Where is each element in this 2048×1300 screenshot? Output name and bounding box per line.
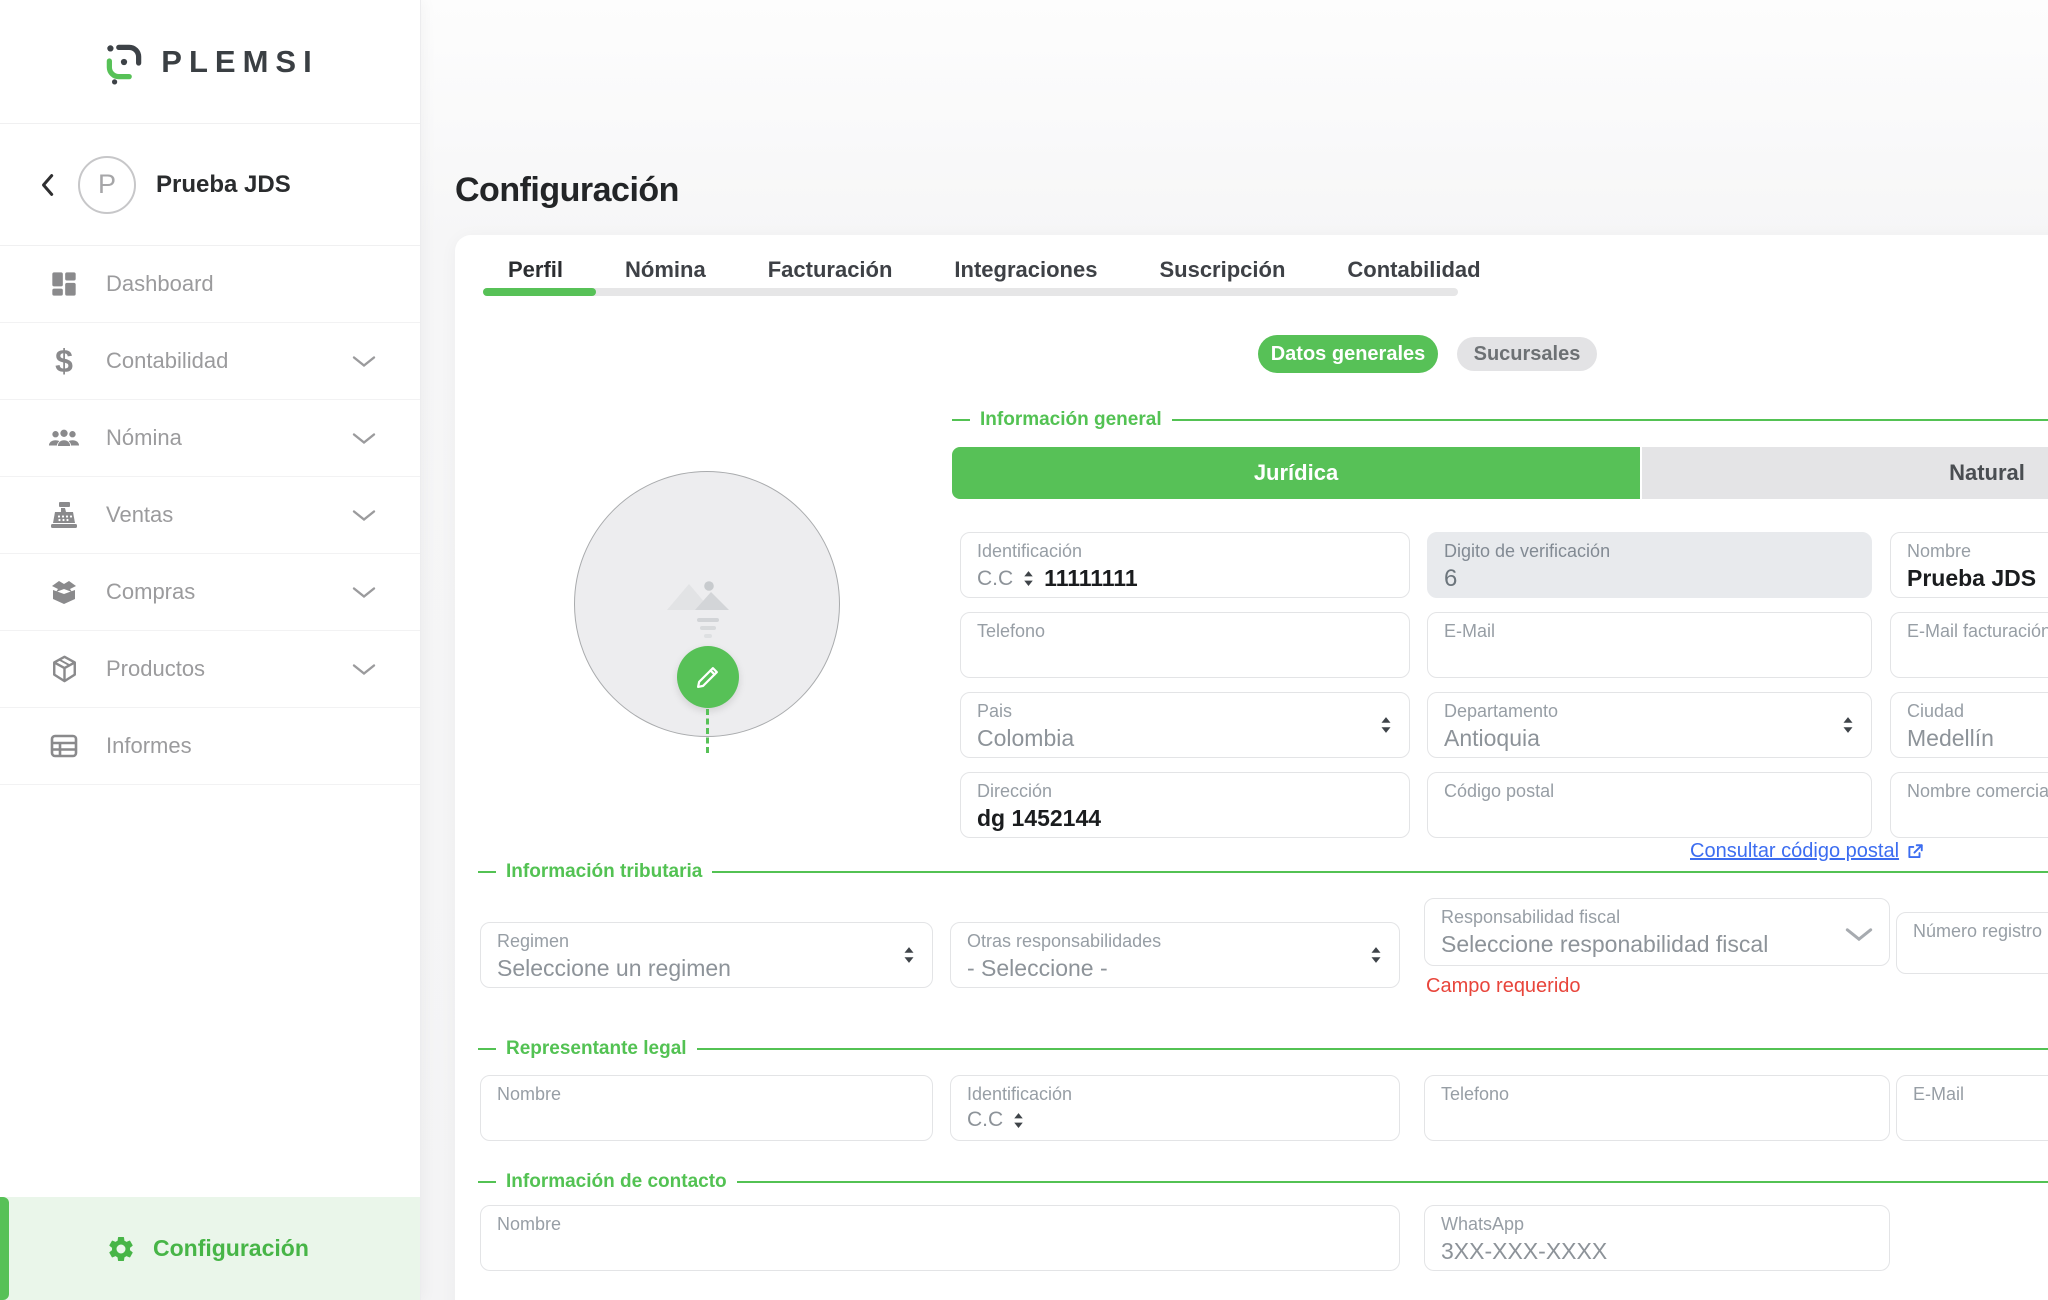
codigo-postal-field[interactable]: Código postal bbox=[1427, 772, 1872, 838]
spinner-icon[interactable] bbox=[1022, 570, 1035, 587]
nombre-comercial-field[interactable]: Nombre comercial bbox=[1890, 772, 2048, 838]
page-title: Configuración bbox=[455, 171, 679, 210]
settings-card: Perfil Nómina Facturación Integraciones … bbox=[455, 235, 2048, 1300]
company-initial: P bbox=[98, 169, 116, 200]
campo-requerido-error: Campo requerido bbox=[1426, 975, 1581, 998]
configuracion-label: Configuración bbox=[153, 1235, 309, 1262]
informacion-tributaria-legend: Información tributaria bbox=[478, 860, 2048, 884]
sidebar-item-label: Compras bbox=[106, 579, 195, 605]
gear-icon bbox=[106, 1234, 136, 1264]
juridica-button[interactable]: Jurídica bbox=[952, 447, 1640, 499]
settings-tabs: Perfil Nómina Facturación Integraciones … bbox=[508, 257, 1481, 283]
responsabilidad-fiscal-select[interactable]: Responsabilidad fiscal Seleccione respon… bbox=[1424, 898, 1890, 966]
ciudad-field[interactable]: Ciudad Medellín bbox=[1890, 692, 2048, 758]
nombre-field[interactable]: Nombre Prueba JDS bbox=[1890, 532, 2048, 598]
departamento-select[interactable]: Departamento Antioquia bbox=[1427, 692, 1872, 758]
sidebar-item-nomina[interactable]: Nómina bbox=[0, 400, 420, 477]
representante-nombre-field[interactable]: Nombre bbox=[480, 1075, 933, 1141]
sidebar-item-label: Informes bbox=[106, 733, 192, 759]
cube-icon bbox=[46, 655, 82, 683]
sidebar-item-dashboard[interactable]: Dashboard bbox=[0, 246, 420, 323]
tab-nomina[interactable]: Nómina bbox=[625, 257, 706, 283]
natural-button[interactable]: Natural bbox=[1642, 447, 2048, 499]
representante-legal-legend: Representante legal bbox=[478, 1037, 2048, 1061]
sidebar-item-productos[interactable]: Productos bbox=[0, 631, 420, 708]
people-icon bbox=[46, 427, 82, 449]
tab-indicator-active bbox=[483, 288, 596, 296]
spinner-icon[interactable] bbox=[1012, 1112, 1025, 1129]
representante-telefono-field[interactable]: Telefono bbox=[1424, 1075, 1890, 1141]
sidebar-nav: Dashboard $ Contabilidad Nómina Ventas bbox=[0, 246, 420, 785]
open-box-icon bbox=[46, 580, 82, 604]
regimen-select[interactable]: Regimen Seleccione un regimen bbox=[480, 922, 933, 988]
identificacion-field[interactable]: Identificación C.C 11111111 bbox=[960, 532, 1410, 598]
informacion-contacto-legend: Información de contacto bbox=[478, 1170, 2048, 1194]
sidebar-item-compras[interactable]: Compras bbox=[0, 554, 420, 631]
tab-indicator-track bbox=[483, 288, 1458, 296]
image-placeholder-icon bbox=[647, 566, 767, 642]
chevron-down-icon bbox=[352, 432, 376, 445]
datos-generales-pill[interactable]: Datos generales bbox=[1258, 335, 1438, 373]
chevron-down-icon bbox=[352, 509, 376, 522]
cash-register-icon bbox=[46, 502, 82, 529]
digito-verificacion-field: Digito de verificación 6 bbox=[1427, 532, 1872, 598]
sidebar-item-label: Nómina bbox=[106, 425, 182, 451]
direccion-field[interactable]: Dirección dg 1452144 bbox=[960, 772, 1410, 838]
tab-perfil[interactable]: Perfil bbox=[508, 257, 563, 283]
spinner-icon bbox=[1841, 716, 1855, 734]
sidebar-item-label: Contabilidad bbox=[106, 348, 228, 374]
numero-registro-field[interactable]: Número registro bbox=[1896, 912, 2048, 974]
sidebar-item-informes[interactable]: Informes bbox=[0, 708, 420, 785]
chevron-down-icon bbox=[352, 663, 376, 676]
pencil-icon bbox=[694, 663, 722, 691]
company-switcher[interactable]: P Prueba JDS bbox=[0, 124, 420, 246]
external-link-icon bbox=[1906, 843, 1924, 861]
brand-logo: PLEMSI bbox=[0, 0, 420, 124]
tab-suscripcion[interactable]: Suscripción bbox=[1159, 257, 1285, 283]
sucursales-pill[interactable]: Sucursales bbox=[1457, 337, 1597, 371]
tab-facturacion[interactable]: Facturación bbox=[768, 257, 893, 283]
sidebar: PLEMSI P Prueba JDS Dashboard $ Contabil… bbox=[0, 0, 421, 1300]
chevron-left-icon[interactable] bbox=[40, 173, 54, 197]
sidebar-item-label: Productos bbox=[106, 656, 205, 682]
chevron-down-icon bbox=[1845, 927, 1873, 942]
avatar-dashed-line bbox=[706, 709, 709, 753]
sidebar-item-configuracion[interactable]: Configuración bbox=[0, 1197, 420, 1300]
representante-identificacion-field[interactable]: Identificación C.C bbox=[950, 1075, 1400, 1141]
edit-logo-button[interactable] bbox=[677, 646, 739, 708]
sidebar-item-label: Dashboard bbox=[106, 271, 214, 297]
sidebar-item-ventas[interactable]: Ventas bbox=[0, 477, 420, 554]
email-facturacion-field[interactable]: E-Mail facturación bbox=[1890, 612, 2048, 678]
representante-email-field[interactable]: E-Mail bbox=[1896, 1075, 2048, 1141]
report-table-icon bbox=[46, 734, 82, 758]
plemsi-logo-icon bbox=[101, 39, 147, 85]
informacion-general-legend: Información general bbox=[952, 408, 2048, 432]
brand-name: PLEMSI bbox=[161, 44, 318, 80]
plemsi-app: PLEMSI P Prueba JDS Dashboard $ Contabil… bbox=[0, 0, 2048, 1300]
company-name: Prueba JDS bbox=[156, 171, 291, 199]
otras-responsabilidades-select[interactable]: Otras responsabilidades - Seleccione - bbox=[950, 922, 1400, 988]
spinner-icon bbox=[902, 946, 916, 964]
sidebar-item-contabilidad[interactable]: $ Contabilidad bbox=[0, 323, 420, 400]
contacto-nombre-field[interactable]: Nombre bbox=[480, 1205, 1400, 1271]
pais-select[interactable]: Pais Colombia bbox=[960, 692, 1410, 758]
tab-integraciones[interactable]: Integraciones bbox=[954, 257, 1097, 283]
sidebar-item-label: Ventas bbox=[106, 502, 173, 528]
company-avatar: P bbox=[78, 156, 136, 214]
spinner-icon bbox=[1379, 716, 1393, 734]
chevron-down-icon bbox=[352, 355, 376, 368]
tab-contabilidad[interactable]: Contabilidad bbox=[1347, 257, 1480, 283]
dollar-icon: $ bbox=[46, 345, 82, 377]
dashboard-icon bbox=[46, 270, 82, 298]
main-content: Configuración Perfil Nómina Facturación … bbox=[420, 0, 2048, 1300]
whatsapp-field[interactable]: WhatsApp 3XX-XXX-XXXX bbox=[1424, 1205, 1890, 1271]
email-field[interactable]: E-Mail bbox=[1427, 612, 1872, 678]
spinner-icon bbox=[1369, 946, 1383, 964]
chevron-down-icon bbox=[352, 586, 376, 599]
telefono-field[interactable]: Telefono bbox=[960, 612, 1410, 678]
